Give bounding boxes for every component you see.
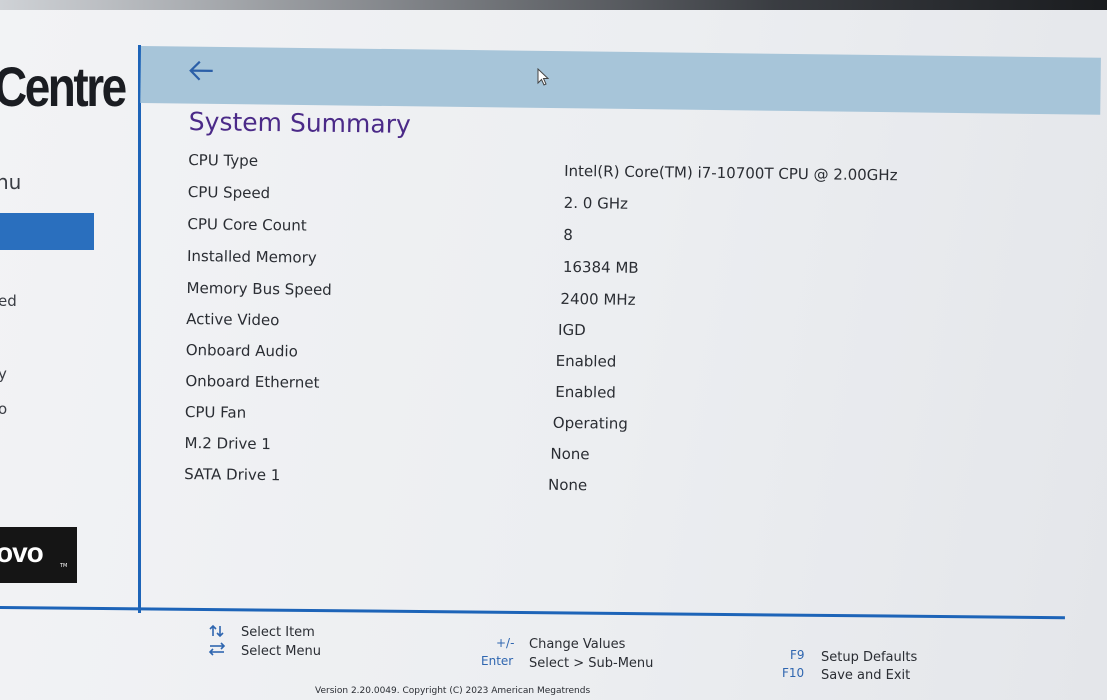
- footer-select-item: Select Item: [241, 625, 315, 640]
- back-arrow-icon[interactable]: [188, 57, 216, 85]
- footer-f9-key: F9: [790, 648, 805, 662]
- sidebar-item-3[interactable]: o: [0, 400, 7, 418]
- summary-row: SATA Drive 1 None: [184, 465, 1044, 502]
- summary-row: CPU Core Count 8: [187, 215, 1047, 252]
- row-value: IGD: [557, 320, 586, 340]
- sidebar-menu-label: nu: [0, 170, 22, 194]
- vendor-logo-text: ovo: [0, 537, 44, 568]
- row-value: Operating: [552, 413, 628, 433]
- footer-setup-defaults: Setup Defaults: [821, 650, 918, 665]
- row-value: None: [547, 475, 588, 495]
- monitor-bezel: [0, 0, 1107, 10]
- row-value: 2. 0 GHz: [563, 193, 629, 213]
- row-label: CPU Type: [188, 150, 259, 170]
- sidebar: Centre nu ed y o ovo TM: [0, 10, 140, 610]
- footer-save-exit: Save and Exit: [821, 668, 911, 683]
- mouse-cursor-icon: [537, 68, 550, 86]
- footer-select-submenu: Select > Sub-Menu: [529, 656, 654, 671]
- up-down-arrows-icon: [209, 624, 224, 638]
- header-bar: [140, 46, 1101, 115]
- row-value: 2400 MHz: [560, 289, 636, 309]
- summary-row: Onboard Ethernet Enabled: [185, 372, 1045, 409]
- row-label: Active Video: [186, 309, 280, 330]
- brand-logo-text: Centre: [0, 55, 127, 118]
- left-right-arrows-icon: [208, 642, 226, 656]
- sidebar-item-active[interactable]: [0, 213, 94, 250]
- summary-row: Memory Bus Speed 2400 MHz: [186, 279, 1046, 316]
- footer-f10-key: F10: [782, 666, 805, 680]
- summary-row: Active Video IGD: [186, 310, 1046, 347]
- row-label: Onboard Ethernet: [185, 371, 320, 392]
- bios-screen: Centre nu ed y o ovo TM System Summary C…: [0, 0, 1107, 700]
- row-label: Onboard Audio: [185, 340, 298, 361]
- row-label: Memory Bus Speed: [186, 278, 332, 299]
- summary-row: CPU Speed 2. 0 GHz: [188, 183, 1048, 220]
- row-value: 16384 MB: [562, 257, 639, 277]
- footer-change-values: Change Values: [529, 637, 626, 652]
- sidebar-divider: [138, 45, 141, 613]
- footer-select-menu: Select Menu: [241, 644, 321, 659]
- vendor-logo: ovo TM: [0, 527, 77, 583]
- row-label: CPU Fan: [184, 402, 247, 422]
- page-title: System Summary: [188, 106, 411, 139]
- row-label: CPU Speed: [187, 182, 271, 203]
- row-label: CPU Core Count: [187, 214, 307, 235]
- summary-row: Installed Memory 16384 MB: [187, 247, 1047, 284]
- row-value: Intel(R) Core(TM) i7-10700T CPU @ 2.00GH…: [564, 161, 898, 185]
- vendor-logo-trademark: TM: [60, 563, 68, 569]
- footer-plus-minus-key: +/-: [496, 636, 515, 650]
- row-value: 8: [563, 225, 573, 245]
- key-help-footer: Select Item Select Menu +/- Change Value…: [0, 612, 1107, 700]
- row-label: M.2 Drive 1: [184, 433, 272, 454]
- row-value: Enabled: [555, 351, 617, 371]
- row-value: Enabled: [555, 382, 617, 402]
- footer-enter-key: Enter: [481, 654, 514, 668]
- row-label: SATA Drive 1: [184, 464, 281, 485]
- summary-row: Onboard Audio Enabled: [186, 341, 1046, 378]
- summary-row: CPU Type Intel(R) Core(TM) i7-10700T CPU…: [188, 151, 1048, 188]
- sidebar-item-1[interactable]: ed: [0, 292, 17, 310]
- summary-row: M.2 Drive 1 None: [184, 434, 1044, 471]
- summary-row: CPU Fan Operating: [185, 403, 1045, 440]
- system-summary-panel: System Summary CPU Type Intel(R) Core(TM…: [184, 105, 1089, 537]
- row-label: Installed Memory: [186, 246, 317, 267]
- firmware-version: Version 2.20.0049. Copyright (C) 2023 Am…: [315, 686, 591, 696]
- row-value: None: [550, 444, 590, 464]
- sidebar-item-2[interactable]: y: [0, 365, 7, 383]
